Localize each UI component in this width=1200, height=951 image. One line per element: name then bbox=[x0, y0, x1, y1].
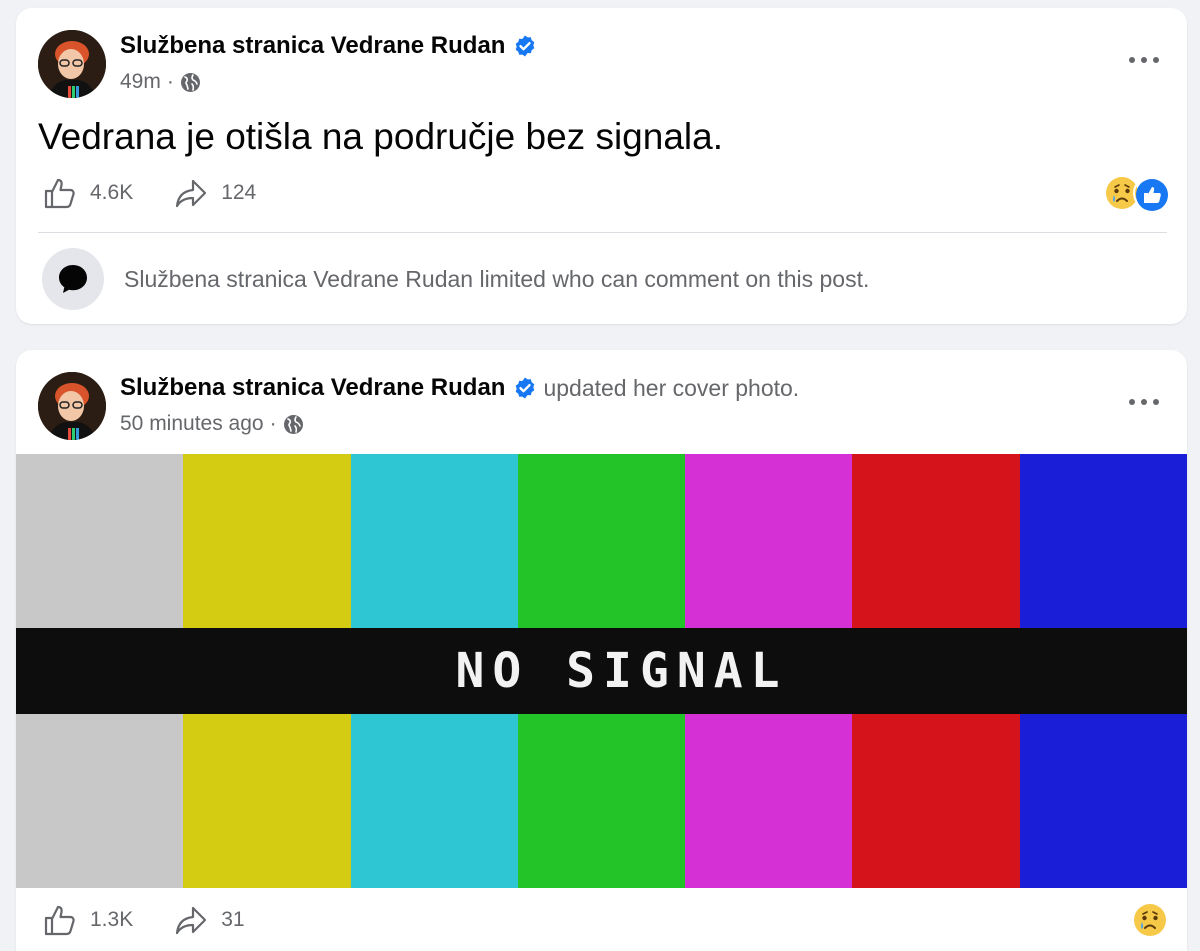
no-signal-band: NO SIGNAL bbox=[16, 628, 1187, 714]
reaction-summary[interactable] bbox=[1133, 903, 1167, 937]
verified-badge-icon bbox=[513, 34, 537, 58]
author-line: Službena stranica Vedrane Rudan updated … bbox=[120, 374, 799, 402]
comment-bubble-icon bbox=[42, 248, 104, 310]
thumbs-up-icon[interactable] bbox=[42, 175, 78, 211]
author-name[interactable]: Službena stranica Vedrane Rudan bbox=[120, 374, 505, 402]
like-count[interactable]: 1.3K bbox=[90, 908, 133, 932]
post-action: updated her cover photo. bbox=[543, 374, 800, 401]
like-count[interactable]: 4.6K bbox=[90, 181, 133, 205]
divider bbox=[38, 232, 1167, 233]
more-options-icon[interactable] bbox=[1129, 54, 1159, 66]
globe-icon bbox=[283, 414, 304, 435]
like-reaction-icon bbox=[1133, 176, 1168, 211]
thumbs-up-icon[interactable] bbox=[42, 902, 78, 938]
author-line: Službena stranica Vedrane Rudan bbox=[120, 32, 537, 60]
sad-reaction-icon bbox=[1133, 903, 1167, 937]
meta-separator: · bbox=[166, 70, 174, 93]
reactions-row: 4.6K 124 bbox=[42, 175, 296, 211]
reaction-summary[interactable] bbox=[1105, 176, 1168, 211]
avatar[interactable] bbox=[38, 372, 106, 440]
post-meta: 49m · bbox=[120, 70, 201, 94]
avatar[interactable] bbox=[38, 30, 106, 98]
post-meta: 50 minutes ago · bbox=[120, 412, 304, 436]
author-name[interactable]: Službena stranica Vedrane Rudan bbox=[120, 32, 505, 60]
more-options-icon[interactable] bbox=[1129, 396, 1159, 408]
meta-separator: · bbox=[269, 412, 277, 435]
comment-limit-notice: Službena stranica Vedrane Rudan limited … bbox=[42, 248, 869, 310]
reactions-row: 1.3K 31 bbox=[42, 902, 285, 938]
share-count[interactable]: 31 bbox=[221, 908, 244, 932]
post-text: Vedrana je otišla na područje bez signal… bbox=[38, 116, 723, 157]
globe-icon bbox=[180, 72, 201, 93]
post-card-1: Službena stranica Vedrane Rudan 49m · Ve… bbox=[16, 8, 1187, 324]
post-card-2: Službena stranica Vedrane Rudan updated … bbox=[16, 350, 1187, 951]
post-time[interactable]: 50 minutes ago bbox=[120, 412, 264, 436]
share-count[interactable]: 124 bbox=[221, 181, 256, 205]
post-time[interactable]: 49m bbox=[120, 70, 161, 94]
verified-badge-icon bbox=[513, 376, 537, 400]
cover-photo[interactable]: NO SIGNAL bbox=[16, 454, 1187, 888]
share-arrow-icon[interactable] bbox=[173, 175, 209, 211]
comment-limit-text: Službena stranica Vedrane Rudan limited … bbox=[124, 265, 870, 292]
no-signal-text: NO SIGNAL bbox=[455, 643, 788, 699]
share-arrow-icon[interactable] bbox=[173, 902, 209, 938]
